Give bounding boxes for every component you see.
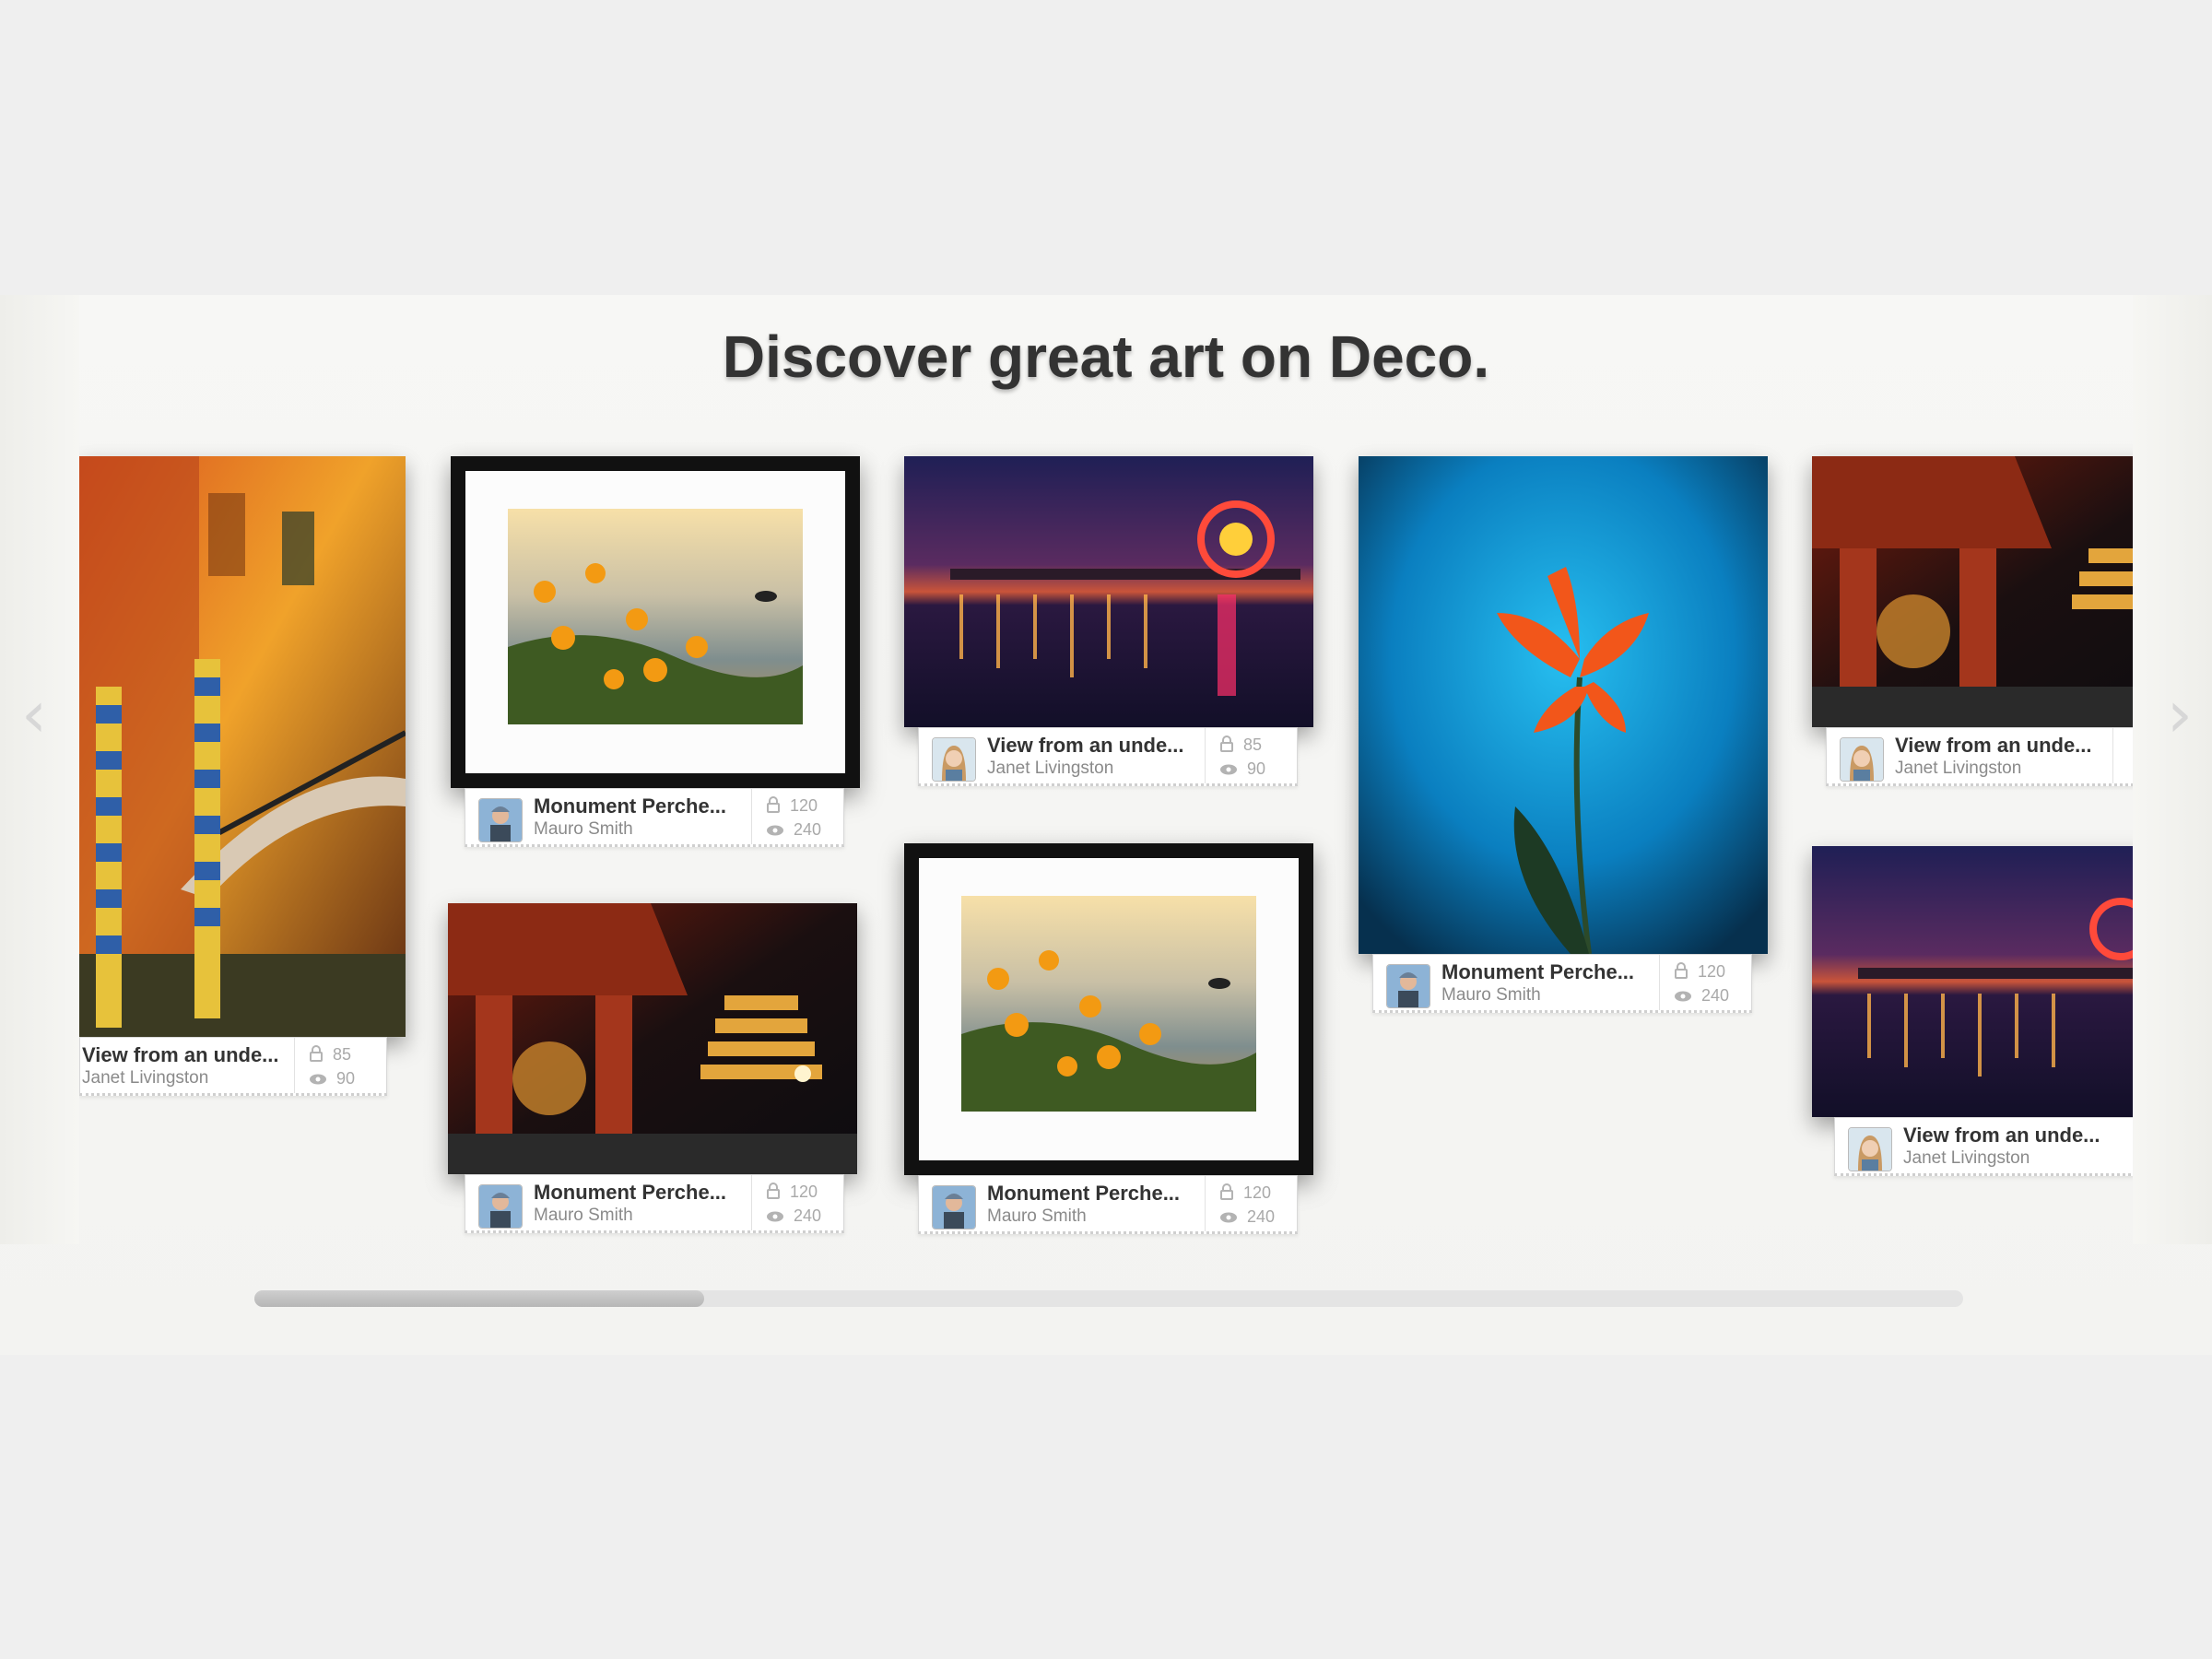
views-count: 90	[336, 1069, 356, 1088]
views-stat: 240	[1219, 1207, 1275, 1227]
artwork-framed-sunset[interactable]	[451, 456, 860, 788]
artwork-pier[interactable]	[1812, 846, 2133, 1117]
views-stat: 240	[766, 820, 821, 840]
likes-count: 120	[1698, 962, 1726, 981]
views-stat: 240	[1674, 986, 1729, 1006]
lock-icon	[767, 1182, 780, 1199]
likes-count: 120	[1243, 1183, 1272, 1202]
horizontal-scrollbar[interactable]	[254, 1290, 1963, 1307]
art-card-title: View from an unde...	[82, 1043, 279, 1066]
likes-stat: 85	[309, 1045, 351, 1065]
art-card[interactable]: Monument Perche... Mauro Smith 120 240	[1372, 954, 1752, 1013]
card-divider	[2112, 728, 2113, 783]
lock-icon	[1220, 735, 1233, 752]
gallery-stage: View from an unde... Janet Livingston 85…	[79, 295, 2133, 1355]
card-divider	[294, 1038, 295, 1093]
lock-icon	[1675, 962, 1688, 979]
card-divider	[1205, 728, 1206, 783]
card-divider	[751, 789, 752, 844]
views-count: 90	[1247, 759, 1266, 778]
views-stat: 90	[309, 1069, 355, 1088]
band-edge-left	[0, 295, 79, 1244]
art-card[interactable]: Monument Perche... Mauro Smith 120 240	[465, 1174, 844, 1233]
artwork-framed-sunset[interactable]	[904, 843, 1313, 1175]
avatar	[932, 1185, 976, 1230]
band-edge-right	[2133, 295, 2212, 1244]
avatar	[1840, 737, 1884, 782]
sunset-photo	[961, 896, 1256, 1112]
eye-icon	[767, 1211, 783, 1222]
views-count: 240	[1247, 1207, 1276, 1226]
views-stat: 240	[766, 1206, 821, 1226]
art-card-title: Monument Perche...	[987, 1182, 1181, 1205]
chevron-left-icon[interactable]: ‹	[11, 682, 57, 747]
art-card[interactable]: Monument Perche... Mauro Smith 120 240	[465, 788, 844, 847]
art-card-author: Mauro Smith	[534, 819, 633, 839]
views-count: 240	[794, 1206, 822, 1225]
art-card-title: View from an unde...	[1895, 734, 2092, 757]
art-card-title: View from an unde...	[987, 734, 1184, 757]
avatar	[478, 1184, 523, 1229]
art-card-author: Mauro Smith	[534, 1206, 633, 1225]
likes-stat: 85	[1219, 735, 1262, 755]
art-card-author: Janet Livingston	[1903, 1148, 2030, 1168]
views-count: 240	[794, 820, 822, 839]
art-card[interactable]: View from an unde... Janet Livingston	[1826, 727, 2133, 786]
art-card-title: Monument Perche...	[534, 794, 727, 818]
sunset-photo	[508, 509, 803, 724]
likes-stat: 120	[766, 796, 818, 816]
lock-icon	[310, 1045, 323, 1062]
art-card-author: Mauro Smith	[987, 1206, 1087, 1226]
eye-icon	[1675, 991, 1691, 1002]
art-card-author: Janet Livingston	[987, 759, 1114, 778]
art-card[interactable]: View from an unde... Janet Livingston 85…	[79, 1037, 387, 1096]
avatar	[478, 798, 523, 842]
eye-icon	[1220, 764, 1237, 775]
likes-stat: 120	[1674, 962, 1725, 982]
card-divider	[1659, 955, 1660, 1010]
views-count: 240	[1701, 986, 1730, 1005]
card-divider	[751, 1175, 752, 1230]
art-card[interactable]: View from an unde... Janet Livingston	[1834, 1117, 2133, 1176]
avatar	[932, 737, 976, 782]
likes-stat: 120	[1219, 1183, 1271, 1203]
art-card[interactable]: View from an unde... Janet Livingston 85…	[918, 727, 1298, 786]
likes-count: 85	[333, 1045, 352, 1064]
art-card-author: Mauro Smith	[1441, 985, 1541, 1005]
eye-icon	[767, 825, 783, 836]
artwork-tulip[interactable]	[1359, 456, 1768, 954]
chevron-right-icon[interactable]: ›	[2157, 682, 2203, 747]
art-card-author: Janet Livingston	[82, 1068, 209, 1088]
likes-stat: 120	[766, 1182, 818, 1202]
eye-icon	[310, 1074, 326, 1085]
art-card-title: Monument Perche...	[1441, 960, 1635, 983]
eye-icon	[1220, 1212, 1237, 1223]
likes-count: 120	[790, 1182, 818, 1201]
art-card-title: Monument Perche...	[534, 1181, 727, 1204]
artwork-pier[interactable]	[904, 456, 1313, 727]
likes-count: 120	[790, 796, 818, 815]
art-card-author: Janet Livingston	[1895, 759, 2022, 778]
card-divider	[1205, 1176, 1206, 1231]
artwork-temple[interactable]	[448, 903, 857, 1174]
lock-icon	[1220, 1183, 1233, 1200]
likes-count: 85	[1243, 735, 1263, 754]
scrollbar-thumb[interactable]	[254, 1290, 704, 1307]
lock-icon	[767, 796, 780, 813]
artwork-temple[interactable]	[1812, 456, 2133, 727]
art-card[interactable]: Monument Perche... Mauro Smith 120 240	[918, 1175, 1298, 1234]
views-stat: 90	[1219, 759, 1265, 779]
artwork-venice[interactable]	[79, 456, 406, 1037]
avatar	[1848, 1127, 1892, 1171]
art-card-title: View from an unde...	[1903, 1124, 2100, 1147]
avatar	[1386, 964, 1430, 1008]
